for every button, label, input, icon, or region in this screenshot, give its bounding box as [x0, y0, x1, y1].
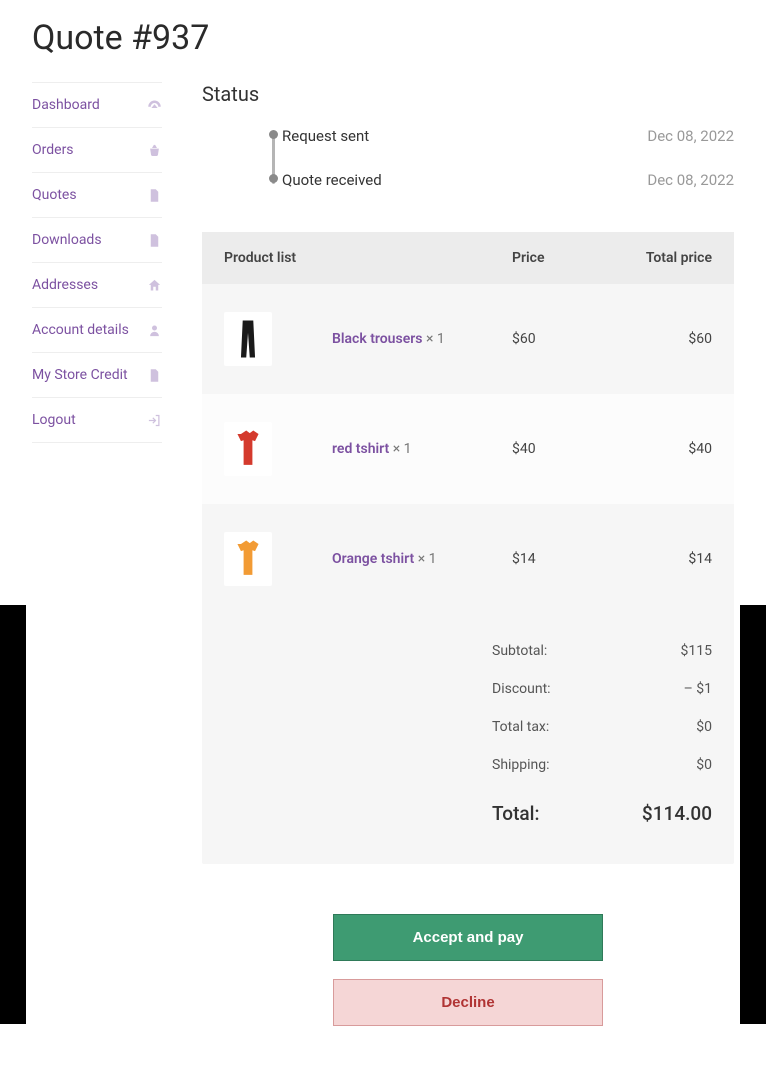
- timeline-dot-icon: [269, 174, 278, 183]
- product-row: red tshirt × 1$40$40: [202, 394, 734, 504]
- decorative-bar-right: [740, 605, 766, 1024]
- totals-row: Subtotal:$115: [224, 632, 712, 670]
- sidebar-item-addresses[interactable]: Addresses: [32, 262, 162, 307]
- totals-label: Total tax:: [492, 719, 622, 735]
- timeline-event-date: Dec 08, 2022: [647, 171, 734, 189]
- sidebar-link[interactable]: Logout: [32, 412, 76, 428]
- product-qty: × 1: [426, 331, 445, 347]
- sidebar-link[interactable]: Dashboard: [32, 97, 100, 113]
- page-title: Quote #937: [32, 18, 734, 58]
- header-price: Price: [512, 250, 602, 266]
- product-price: $60: [512, 331, 602, 347]
- sidebar-item-dashboard[interactable]: Dashboard: [32, 82, 162, 127]
- user-icon: [146, 322, 162, 338]
- accept-and-pay-button[interactable]: Accept and pay: [333, 914, 603, 961]
- product-total-price: $40: [602, 441, 712, 457]
- totals-row: Total tax:$0: [224, 708, 712, 746]
- product-price: $14: [512, 551, 602, 567]
- sidebar-link[interactable]: Addresses: [32, 277, 98, 293]
- totals-row: Shipping:$0: [224, 746, 712, 784]
- sidebar-item-downloads[interactable]: Downloads: [32, 217, 162, 262]
- product-name-cell: Black trousers × 1: [332, 331, 512, 347]
- totals-value: $0: [622, 757, 712, 773]
- sidebar-item-account-details[interactable]: Account details: [32, 307, 162, 352]
- product-row: Black trousers × 1$60$60: [202, 284, 734, 394]
- product-row: Orange tshirt × 1$14$14: [202, 504, 734, 614]
- product-name-cell: red tshirt × 1: [332, 441, 512, 457]
- header-product: Product list: [224, 250, 512, 266]
- product-link[interactable]: Black trousers: [332, 331, 422, 347]
- totals-row: Discount:– $1: [224, 670, 712, 708]
- totals-label: Subtotal:: [492, 643, 622, 659]
- sidebar-item-logout[interactable]: Logout: [32, 397, 162, 443]
- status-timeline: Request sent Dec 08, 2022 Quote received De…: [202, 124, 734, 192]
- header-total-price: Total price: [602, 250, 712, 266]
- totals-grand-label: Total:: [492, 802, 622, 825]
- sidebar-link[interactable]: My Store Credit: [32, 367, 128, 383]
- totals-value: – $1: [622, 681, 712, 697]
- product-link[interactable]: red tshirt: [332, 441, 389, 457]
- product-list-card: Product list Price Total price Black tro…: [202, 232, 734, 864]
- totals-block: Subtotal:$115Discount:– $1Total tax:$0Sh…: [202, 614, 734, 864]
- product-price: $40: [512, 441, 602, 457]
- logout-icon: [146, 412, 162, 428]
- product-total-price: $60: [602, 331, 712, 347]
- totals-label: Discount:: [492, 681, 622, 697]
- sidebar-link[interactable]: Account details: [32, 322, 129, 338]
- basket-icon: [146, 142, 162, 158]
- totals-grand-row: Total:$114.00: [224, 784, 712, 836]
- decorative-bar-left: [0, 605, 26, 1024]
- sidebar-item-my-store-credit[interactable]: My Store Credit: [32, 352, 162, 397]
- sidebar-item-orders[interactable]: Orders: [32, 127, 162, 172]
- file-icon: [146, 232, 162, 248]
- product-link[interactable]: Orange tshirt: [332, 551, 414, 567]
- totals-value: $115: [622, 643, 712, 659]
- totals-label: Shipping:: [492, 757, 622, 773]
- timeline-event-label: Quote received: [282, 171, 382, 189]
- timeline-event: Request sent Dec 08, 2022: [282, 124, 734, 148]
- status-heading: Status: [202, 82, 734, 106]
- product-qty: × 1: [393, 441, 412, 457]
- file-icon: [146, 187, 162, 203]
- product-name-cell: Orange tshirt × 1: [332, 551, 512, 567]
- product-total-price: $14: [602, 551, 712, 567]
- product-thumbnail: [224, 422, 272, 476]
- totals-grand-value: $114.00: [622, 802, 712, 825]
- sidebar-item-quotes[interactable]: Quotes: [32, 172, 162, 217]
- sidebar-link[interactable]: Orders: [32, 142, 74, 158]
- product-table-header: Product list Price Total price: [202, 232, 734, 284]
- gauge-icon: [146, 97, 162, 113]
- decline-button[interactable]: Decline: [333, 979, 603, 1026]
- home-icon: [146, 277, 162, 293]
- timeline-event: Quote received Dec 08, 2022: [282, 168, 734, 192]
- totals-value: $0: [622, 719, 712, 735]
- timeline-event-date: Dec 08, 2022: [647, 127, 734, 145]
- product-thumbnail: [224, 532, 272, 586]
- sidebar-link[interactable]: Downloads: [32, 232, 102, 248]
- file-icon: [146, 367, 162, 383]
- account-sidebar: Dashboard Orders Quotes Downloads Addresses A…: [32, 82, 162, 1026]
- product-thumbnail: [224, 312, 272, 366]
- timeline-dot-icon: [269, 130, 278, 139]
- sidebar-link[interactable]: Quotes: [32, 187, 77, 203]
- product-qty: × 1: [418, 551, 437, 567]
- timeline-event-label: Request sent: [282, 127, 369, 145]
